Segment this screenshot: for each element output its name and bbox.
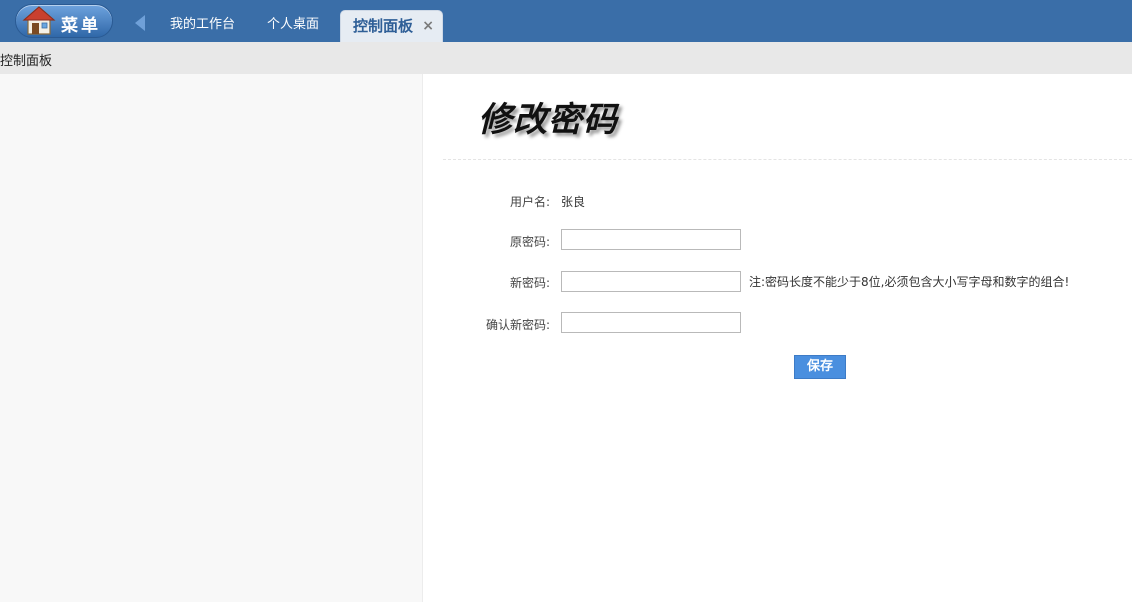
tab-personal-desktop[interactable]: 个人桌面 xyxy=(267,10,319,42)
tab-control-panel[interactable]: 控制面板 × xyxy=(340,10,443,42)
left-panel xyxy=(0,74,423,602)
confirm-password-label: 确认新密码: xyxy=(485,318,550,332)
top-navigation-bar: 菜单 我的工作台 个人桌面 控制面板 × xyxy=(0,0,1132,42)
old-password-label: 原密码: xyxy=(509,235,550,249)
menu-label: 菜单 xyxy=(61,16,101,36)
username-label: 用户名: xyxy=(509,195,550,209)
house-icon xyxy=(22,6,56,35)
close-icon[interactable]: × xyxy=(422,11,434,41)
tab-my-workbench[interactable]: 我的工作台 xyxy=(170,10,235,42)
save-button[interactable]: 保存 xyxy=(794,355,846,379)
arrow-left-icon[interactable] xyxy=(135,15,145,31)
page-title: 修改密码 xyxy=(478,100,618,140)
menu-button[interactable]: 菜单 xyxy=(15,4,113,38)
title-divider xyxy=(443,159,1132,160)
breadcrumb-item: 控制面板 xyxy=(0,54,53,69)
confirm-password-field[interactable] xyxy=(561,312,741,333)
breadcrumb: 控制面板 xyxy=(0,42,1132,74)
old-password-field[interactable] xyxy=(561,229,741,250)
new-password-field[interactable] xyxy=(561,271,741,292)
tab-control-panel-label: 控制面板 xyxy=(353,17,414,35)
new-password-label: 新密码: xyxy=(509,276,550,290)
password-rule-note: 注:密码长度不能少于8位,必须包含大小写字母和数字的组合! xyxy=(749,275,1070,289)
username-value: 张良 xyxy=(561,195,586,209)
